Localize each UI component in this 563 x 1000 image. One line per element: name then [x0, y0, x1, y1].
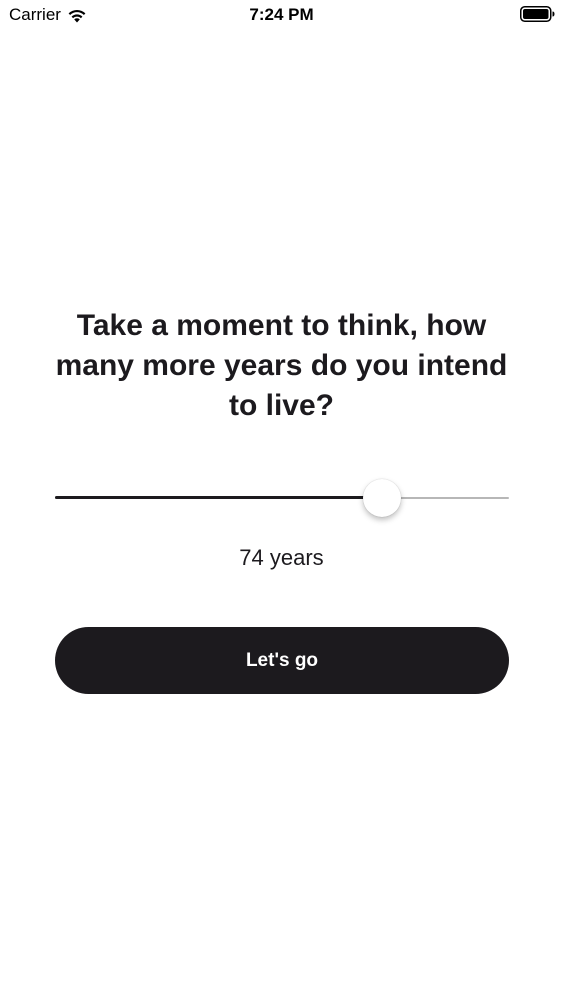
lets-go-button[interactable]: Let's go — [55, 627, 509, 694]
question-heading: Take a moment to think, how many more ye… — [55, 309, 508, 422]
years-slider[interactable] — [55, 478, 509, 518]
status-time: 7:24 PM — [249, 5, 314, 24]
slider-thumb[interactable] — [363, 479, 401, 517]
battery-icon — [520, 6, 555, 22]
slider-fill — [55, 496, 382, 499]
status-bar: Carrier 7:24 PM — [0, 0, 563, 30]
years-value-label: 74 years — [239, 545, 324, 570]
